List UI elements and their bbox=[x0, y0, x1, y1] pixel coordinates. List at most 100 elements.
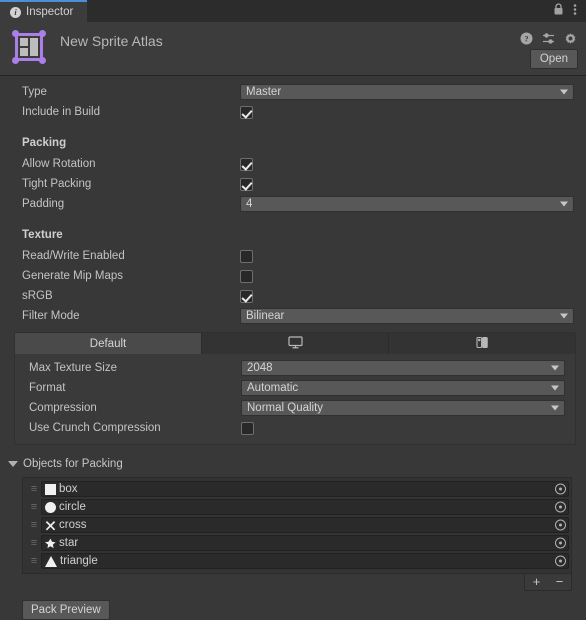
lock-icon[interactable] bbox=[553, 3, 564, 19]
tab-standalone[interactable] bbox=[202, 333, 389, 354]
open-button[interactable]: Open bbox=[529, 49, 578, 69]
remove-item-button[interactable]: − bbox=[548, 574, 571, 590]
object-name: box bbox=[59, 483, 78, 495]
max-texture-size-dropdown[interactable]: 2048 bbox=[241, 360, 565, 376]
tab-default-label: Default bbox=[89, 337, 127, 350]
section-texture: Texture bbox=[0, 224, 586, 246]
type-dropdown[interactable]: Master bbox=[240, 84, 574, 100]
object-field[interactable]: triangle bbox=[41, 553, 569, 569]
inspector-body: Type Master Include in Build Packing All… bbox=[0, 76, 586, 620]
chevron-down-icon bbox=[551, 385, 559, 391]
row-generate-mip-maps: Generate Mip Maps bbox=[0, 266, 586, 286]
row-padding: Padding 4 bbox=[0, 194, 586, 214]
object-picker-icon[interactable] bbox=[555, 483, 566, 495]
drag-handle-icon[interactable]: ≡ bbox=[27, 520, 41, 531]
object-header-icons: ? bbox=[520, 32, 577, 48]
filter-mode-dropdown[interactable]: Bilinear bbox=[240, 308, 574, 324]
chevron-down-icon bbox=[551, 365, 559, 371]
list-item[interactable]: ≡ box bbox=[25, 481, 569, 497]
window-tab-bar: i Inspector bbox=[0, 0, 586, 22]
list-item[interactable]: ≡ triangle bbox=[25, 553, 569, 569]
allow-rotation-label: Allow Rotation bbox=[22, 158, 96, 170]
drag-handle-icon[interactable]: ≡ bbox=[27, 484, 41, 495]
kebab-menu-icon[interactable] bbox=[573, 3, 577, 19]
window-controls bbox=[553, 0, 586, 22]
object-picker-icon[interactable] bbox=[555, 555, 566, 567]
help-icon[interactable]: ? bbox=[520, 32, 533, 48]
row-allow-rotation: Allow Rotation bbox=[0, 154, 586, 174]
drag-handle-icon[interactable]: ≡ bbox=[27, 538, 41, 549]
mip-maps-checkbox[interactable] bbox=[240, 269, 253, 283]
mip-maps-label: Generate Mip Maps bbox=[22, 270, 123, 282]
row-compression: Compression Normal Quality bbox=[15, 398, 575, 418]
read-write-label: Read/Write Enabled bbox=[22, 250, 125, 262]
preset-icon[interactable] bbox=[542, 32, 555, 48]
add-item-button[interactable]: + bbox=[525, 574, 548, 590]
object-name: star bbox=[59, 537, 79, 549]
tab-inspector[interactable]: i Inspector bbox=[0, 0, 88, 22]
allow-rotation-checkbox[interactable] bbox=[240, 157, 253, 171]
object-field[interactable]: cross bbox=[41, 517, 569, 533]
object-name: triangle bbox=[60, 555, 98, 567]
object-field[interactable]: box bbox=[41, 481, 569, 497]
objects-for-packing-list: ≡ box ≡ circle ≡ cross ≡ star ≡ triangle bbox=[22, 477, 572, 574]
pack-preview-wrap: Pack Preview bbox=[0, 591, 586, 620]
platform-tab-bar: Default bbox=[15, 333, 575, 354]
page-title: New Sprite Atlas bbox=[60, 33, 163, 49]
max-texture-size-label: Max Texture Size bbox=[29, 362, 117, 374]
row-tight-packing: Tight Packing bbox=[0, 174, 586, 194]
cross-icon bbox=[45, 520, 56, 531]
chevron-down-icon bbox=[560, 201, 568, 207]
crunch-checkbox[interactable] bbox=[241, 421, 254, 435]
object-picker-icon[interactable] bbox=[555, 501, 566, 513]
filter-mode-value: Bilinear bbox=[246, 310, 285, 322]
srgb-checkbox[interactable] bbox=[240, 289, 253, 303]
padding-dropdown[interactable]: 4 bbox=[240, 196, 574, 212]
list-add-remove-buttons: + − bbox=[524, 574, 572, 591]
sprite-atlas-icon bbox=[12, 30, 46, 64]
type-label: Type bbox=[22, 86, 47, 98]
row-max-texture-size: Max Texture Size 2048 bbox=[15, 358, 575, 378]
object-field[interactable]: star bbox=[41, 535, 569, 551]
chevron-down-icon bbox=[560, 89, 568, 95]
row-read-write-enabled: Read/Write Enabled bbox=[0, 246, 586, 266]
padding-value: 4 bbox=[246, 198, 253, 210]
star-icon bbox=[45, 538, 56, 549]
pack-preview-button[interactable]: Pack Preview bbox=[22, 600, 110, 620]
format-dropdown[interactable]: Automatic bbox=[241, 380, 565, 396]
chevron-down-icon bbox=[551, 405, 559, 411]
platform-settings-box: Default Max Texture Size 2048 Format Aut… bbox=[14, 332, 576, 445]
crunch-label: Use Crunch Compression bbox=[29, 422, 161, 434]
list-item[interactable]: ≡ circle bbox=[25, 499, 569, 515]
srgb-label: sRGB bbox=[22, 290, 53, 302]
object-name: cross bbox=[59, 519, 87, 531]
tab-switch[interactable] bbox=[389, 333, 575, 354]
read-write-checkbox[interactable] bbox=[240, 249, 253, 263]
row-include-in-build: Include in Build bbox=[0, 102, 586, 122]
tight-packing-checkbox[interactable] bbox=[240, 177, 253, 191]
drag-handle-icon[interactable]: ≡ bbox=[27, 556, 41, 567]
object-field[interactable]: circle bbox=[41, 499, 569, 515]
row-type: Type Master bbox=[0, 82, 586, 102]
drag-handle-icon[interactable]: ≡ bbox=[27, 502, 41, 513]
list-item[interactable]: ≡ star bbox=[25, 535, 569, 551]
chevron-down-icon bbox=[560, 313, 568, 319]
info-icon: i bbox=[10, 6, 21, 18]
padding-label: Padding bbox=[22, 198, 65, 210]
tight-packing-label: Tight Packing bbox=[22, 178, 92, 190]
list-footer: + − bbox=[0, 574, 572, 591]
row-format: Format Automatic bbox=[15, 378, 575, 398]
objects-for-packing-foldout[interactable]: Objects for Packing bbox=[0, 453, 586, 475]
compression-dropdown[interactable]: Normal Quality bbox=[241, 400, 565, 416]
square-icon bbox=[45, 483, 56, 495]
platform-tab-body: Max Texture Size 2048 Format Automatic C… bbox=[15, 354, 575, 444]
row-use-crunch-compression: Use Crunch Compression bbox=[15, 418, 575, 438]
object-header: New Sprite Atlas ? Open bbox=[0, 22, 586, 76]
include-in-build-checkbox[interactable] bbox=[240, 105, 253, 119]
row-srgb: sRGB bbox=[0, 286, 586, 306]
tab-default[interactable]: Default bbox=[15, 333, 202, 354]
object-picker-icon[interactable] bbox=[555, 519, 566, 531]
gear-icon[interactable] bbox=[564, 32, 577, 48]
list-item[interactable]: ≡ cross bbox=[25, 517, 569, 533]
object-picker-icon[interactable] bbox=[555, 537, 566, 549]
